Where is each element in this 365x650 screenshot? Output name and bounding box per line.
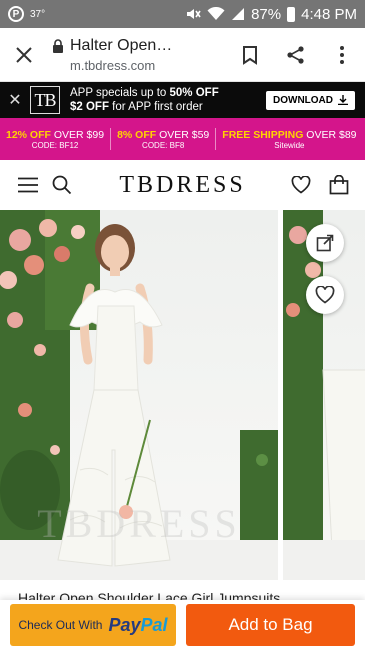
site-header: TBDRESS (0, 160, 365, 210)
promo-code: CODE: BF12 (31, 140, 79, 150)
more-vert-icon (340, 45, 344, 64)
promo-code: CODE: BF8 (142, 140, 185, 150)
share-product-button[interactable] (306, 224, 344, 262)
promo-condition: OVER $89 (303, 128, 357, 141)
promo-condition: OVER $59 (156, 128, 210, 141)
heart-icon (315, 286, 335, 304)
share-icon (287, 45, 304, 64)
app-promo-banner: ✕ TB APP specials up to 50% OFF $2 OFF f… (0, 82, 365, 118)
hamburger-icon (18, 177, 38, 193)
download-icon (338, 95, 348, 105)
download-app-button[interactable]: DOWNLOAD (266, 90, 355, 110)
favorite-product-button[interactable] (306, 276, 344, 314)
address-bar[interactable]: Halter Open… m.tbdress.com (48, 37, 227, 73)
overflow-menu-button[interactable] (319, 28, 365, 82)
page-title: Halter Open… (70, 36, 173, 54)
browser-toolbar: Halter Open… m.tbdress.com (0, 28, 365, 82)
banner-close-button[interactable]: ✕ (0, 90, 30, 110)
product-image[interactable]: TBDRESS (0, 210, 278, 580)
cart-button[interactable] (323, 169, 355, 201)
promo-offer: 12% OFF (6, 128, 51, 141)
wishlist-button[interactable] (285, 169, 317, 201)
close-tab-button[interactable] (0, 28, 48, 82)
banner-discount: 50% OFF (169, 87, 219, 99)
promo-offer: FREE SHIPPING (222, 128, 304, 141)
search-icon (52, 175, 72, 195)
paypal-logo-pay: Pay (108, 614, 141, 635)
lock-icon (53, 38, 63, 53)
promo-strip: 12% OFF OVER $99 CODE: BF12 8% OFF OVER … (0, 118, 365, 160)
wifi-icon (207, 7, 225, 20)
banner-first-order-discount: $2 OFF (70, 101, 109, 113)
bookmark-icon (243, 45, 257, 65)
status-bar: P 37° 87% 4:48 PM (0, 0, 365, 28)
mute-icon (187, 9, 201, 19)
paypal-checkout-button[interactable]: Check Out With PayPal (10, 604, 176, 646)
promo-item[interactable]: 12% OFF OVER $99 CODE: BF12 (0, 129, 110, 150)
promo-item[interactable]: 8% OFF OVER $59 CODE: BF8 (111, 129, 215, 150)
temperature: 37° (30, 8, 46, 20)
next-product-image[interactable] (283, 210, 365, 580)
heart-icon (291, 176, 311, 194)
search-button[interactable] (46, 169, 78, 201)
bottom-action-bar: Check Out With PayPal Add to Bag (0, 600, 365, 650)
app-logo: TB (30, 86, 60, 114)
checkout-label: Check Out With (18, 618, 103, 632)
bookmark-button[interactable] (227, 28, 273, 82)
battery-percent: 87% (251, 5, 282, 23)
image-watermark: TBDRESS (37, 501, 241, 546)
promo-item[interactable]: FREE SHIPPING OVER $89 Sitewide (216, 129, 362, 150)
product-image-carousel[interactable]: TBDRESS (0, 210, 365, 582)
banner-line1: APP specials up to (70, 87, 170, 99)
product-photo-preview (283, 210, 365, 580)
menu-button[interactable] (12, 169, 44, 201)
battery-icon (287, 6, 296, 22)
app-banner-text: APP specials up to 50% OFF $2 OFF for AP… (70, 86, 219, 114)
promo-code: Sitewide (274, 140, 305, 150)
download-label: DOWNLOAD (273, 94, 333, 106)
promo-offer: 8% OFF (117, 128, 157, 141)
add-to-bag-button[interactable]: Add to Bag (186, 604, 355, 646)
parking-app-icon: P (8, 6, 24, 22)
page-url: m.tbdress.com (70, 57, 156, 73)
clock: 4:48 PM (301, 5, 357, 23)
share-arrow-icon (316, 234, 334, 252)
banner-line2: for APP first order (108, 101, 203, 113)
close-icon (16, 46, 32, 63)
promo-condition: OVER $99 (50, 128, 105, 141)
shopping-bag-icon (329, 175, 349, 195)
paypal-logo-pal: Pal (140, 614, 168, 635)
signal-icon (232, 8, 245, 20)
paypal-logo: PayPal (108, 615, 167, 636)
share-button[interactable] (273, 28, 319, 82)
